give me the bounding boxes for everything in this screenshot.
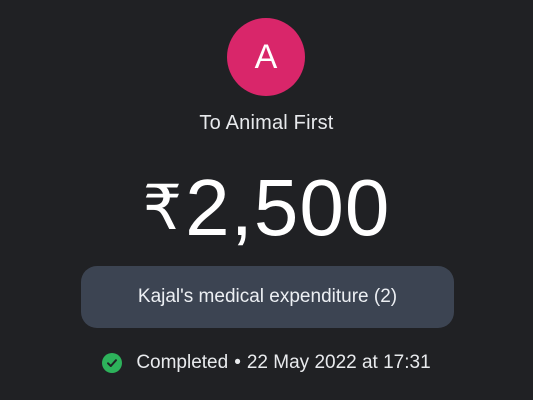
payment-details-screen: A To Animal First ₹2,500 Kajal's medical…: [0, 0, 533, 400]
recipient-name: To Animal First: [199, 112, 334, 134]
recipient-avatar[interactable]: A: [227, 18, 305, 96]
status-separator: •: [234, 352, 241, 373]
amount-value: 2,500: [185, 163, 391, 252]
payment-amount: ₹2,500: [0, 162, 533, 255]
payment-note-text: Kajal's medical expenditure (2): [137, 286, 398, 307]
status-datetime: 22 May 2022 at 17:31: [246, 352, 431, 373]
payment-note: Kajal's medical expenditure (2): [81, 266, 454, 328]
payment-status: Completed • 22 May 2022 at 17:31: [0, 352, 533, 374]
currency-symbol: ₹: [142, 174, 184, 243]
check-circle-icon: [102, 353, 123, 373]
avatar-initial: A: [254, 37, 278, 76]
status-label: Completed: [136, 352, 229, 373]
